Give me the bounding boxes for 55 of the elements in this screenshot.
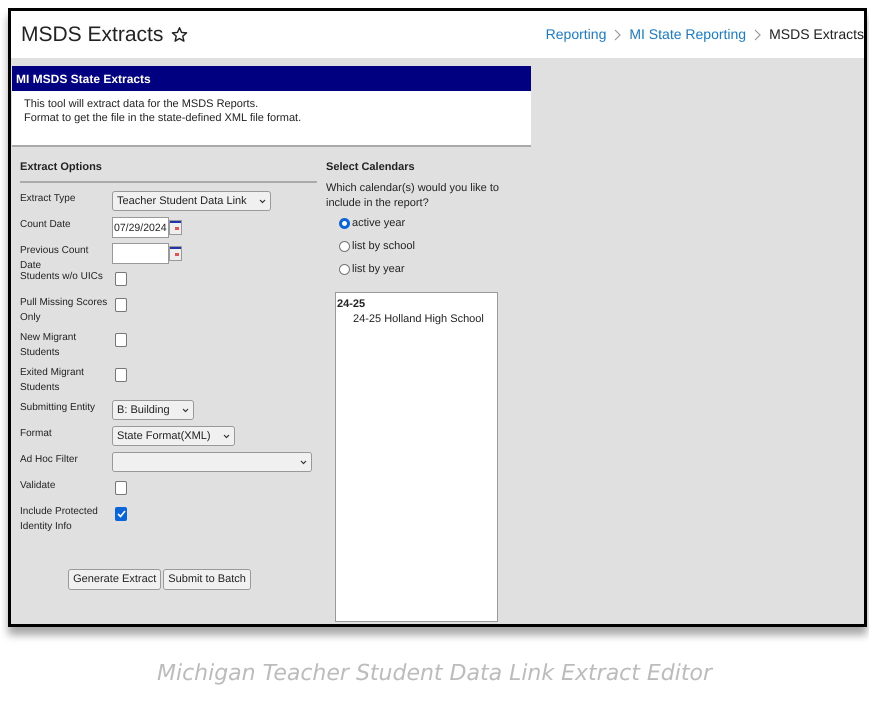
breadcrumb-link[interactable]: Reporting [546, 24, 606, 45]
dropdown[interactable]: Teacher Student Data Link [112, 191, 271, 211]
caret-down-icon [182, 408, 189, 412]
checkbox[interactable] [115, 298, 127, 312]
description-text: This tool will extract data for the MSDS Reports. [24, 97, 260, 111]
calendar-group: 24-25 [337, 297, 497, 311]
radio-option[interactable]: list by year [339, 261, 531, 278]
field-label: New Migrant Students [20, 331, 78, 360]
breadcrumb-current: MSDS Extracts [769, 25, 864, 44]
field-label: Exited Migrant Students [20, 366, 85, 395]
field-label: Submitting Entity [20, 401, 96, 415]
calendar-list[interactable]: 24-25 24-25 Holland High School [335, 292, 498, 622]
field-label: Format [20, 427, 53, 441]
calendar-item[interactable]: 24-25 Holland High School [337, 311, 497, 327]
dropdown[interactable]: B: Building [112, 400, 194, 420]
dropdown-value: State Format(XML) [117, 428, 211, 444]
date-field[interactable] [112, 243, 169, 264]
checkbox[interactable] [115, 368, 127, 382]
section-heading: Select Calendars [326, 160, 416, 175]
field-label: Ad Hoc Filter [20, 453, 79, 467]
section-heading: Extract Options [20, 160, 103, 175]
field-label: Include Protected Identity Info [20, 505, 99, 534]
field-label: Extract Type [20, 192, 76, 206]
figure-caption: Michigan Teacher Student Data Link Extract Editor [156, 660, 714, 688]
field-label: Students w/o UICs [20, 270, 104, 284]
page-title: MSDS Extracts [21, 22, 164, 48]
dropdown-value: B: Building [117, 402, 170, 418]
field-label: Count Date [20, 218, 72, 232]
star-icon[interactable] [171, 26, 188, 43]
field-label: Pull Missing Scores Only [20, 296, 108, 325]
chevron-right-icon [614, 28, 622, 40]
dropdown[interactable]: State Format(XML) [112, 426, 235, 446]
breadcrumb-link[interactable]: MI State Reporting [629, 24, 746, 45]
panel-title-bar: MI MSDS State Extracts [12, 66, 531, 91]
date-field[interactable]: 07/29/2024 [112, 217, 169, 238]
action-button[interactable]: Submit to Batch [163, 569, 251, 590]
field-label: Validate [20, 479, 56, 493]
checkbox[interactable] [115, 272, 127, 286]
caret-down-icon [222, 434, 230, 438]
checkbox[interactable] [115, 507, 127, 521]
caret-down-icon [258, 198, 266, 204]
dropdown-value: Teacher Student Data Link [117, 194, 247, 209]
radio-option[interactable]: active year [339, 215, 531, 232]
action-button[interactable]: Generate Extract [68, 569, 162, 590]
chevron-right-icon [754, 28, 762, 40]
dropdown[interactable] [112, 452, 312, 472]
calendar-question: Which calendar(s) would you like to include in the report? [326, 181, 500, 211]
calendar-icon[interactable] [169, 220, 182, 235]
field-label: Previous Count Date [20, 244, 90, 272]
checkbox[interactable] [115, 333, 127, 347]
calendar-icon[interactable] [169, 246, 182, 261]
radio-option[interactable]: list by school [339, 238, 531, 255]
caret-down-icon [300, 460, 307, 464]
description-text: Format to get the file in the state-defined XML file format. [24, 111, 302, 125]
checkbox[interactable] [115, 481, 127, 495]
